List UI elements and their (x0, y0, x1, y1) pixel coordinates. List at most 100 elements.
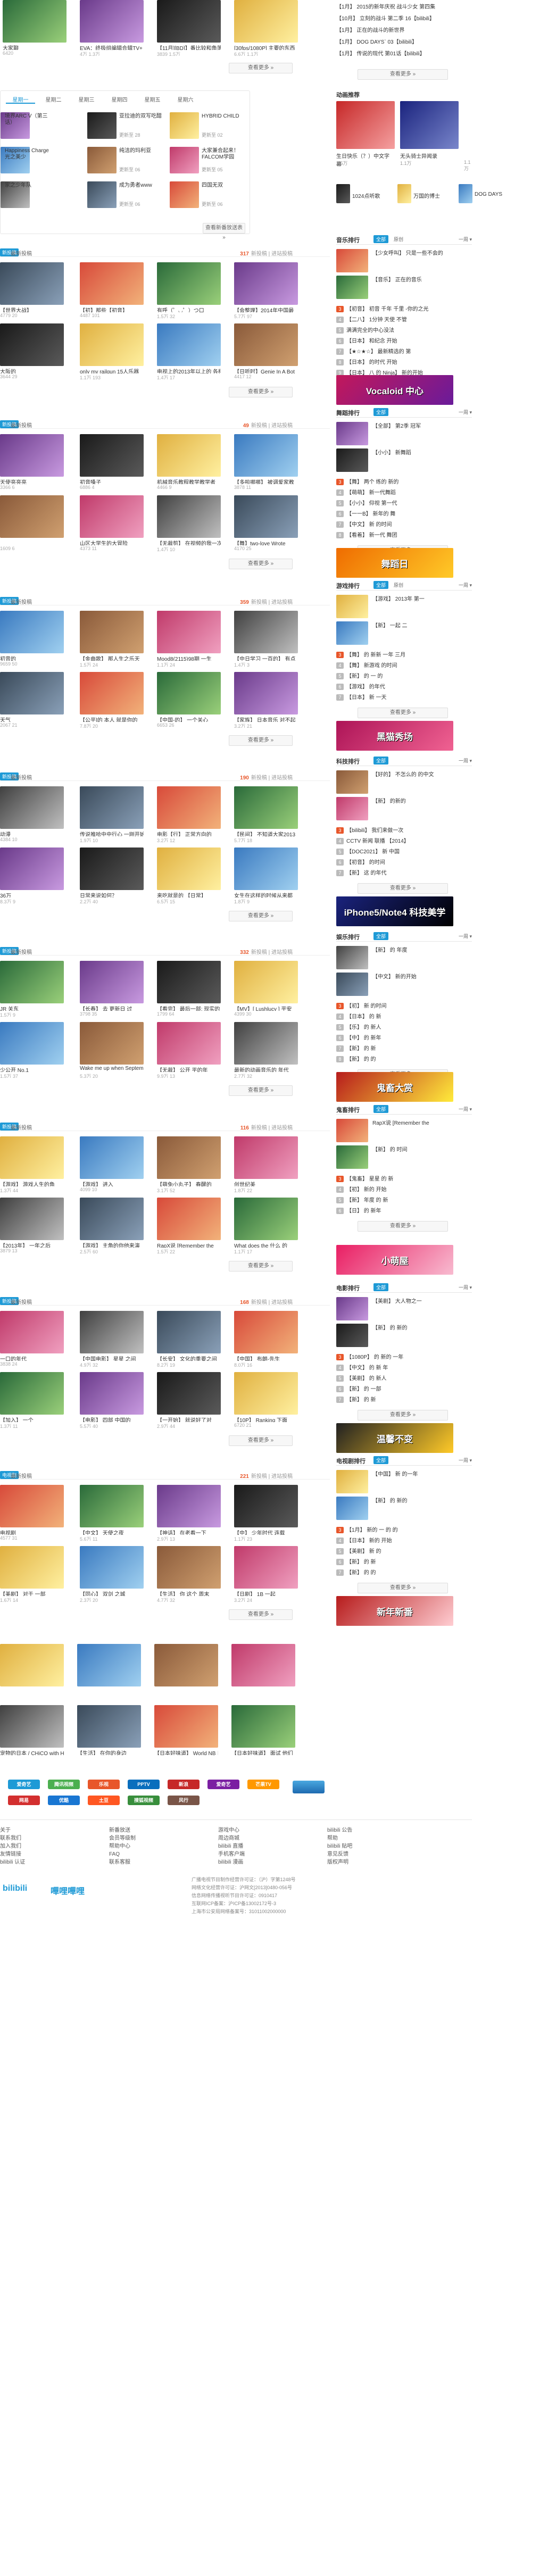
footer-link[interactable]: FAQ (109, 1850, 200, 1858)
rank-top-title[interactable]: 【新】 的 新的 (372, 1325, 471, 1346)
video-title[interactable]: 大阪的 (0, 367, 64, 373)
video-tile[interactable]: 宠物的日本 / CHiCO with Hon eyWorks (0, 1705, 64, 1760)
rank-item[interactable]: 6 【中】 的 新年 (336, 1033, 472, 1043)
bangumi-item[interactable]: 成为勇者www 更新至 06 (87, 181, 164, 211)
video-tile[interactable]: 【舞】two-love Wrote 4170 25 (234, 495, 298, 551)
rank-item[interactable]: 7 【中文】 新 的时间 (336, 520, 472, 529)
video-tile[interactable]: 【日本好味道】 面试 他们 (231, 1705, 295, 1760)
video-tile[interactable]: 【中日学习 一百的】 有点 1.4万 3 (234, 611, 298, 667)
video-thumbnail[interactable] (0, 434, 64, 477)
rank-item-title[interactable]: 【美剧】 的 新人 (346, 1376, 387, 1382)
rank-item[interactable]: 4 【舞】 新游戏 的时间 (336, 661, 472, 670)
bangumi-item[interactable]: 家之少年队 (1, 181, 82, 211)
more-button[interactable]: 查看更多 » (229, 559, 293, 569)
promo-banner[interactable]: 新年新番 (336, 1596, 453, 1626)
rank-item-title[interactable]: 【看着】 新一代 舞团 (346, 533, 397, 538)
video-thumbnail[interactable] (80, 611, 144, 653)
rank-tab-all[interactable]: 全部 (373, 581, 389, 589)
video-title[interactable]: 天气 (0, 716, 64, 722)
video-tile[interactable]: 【公平]的 本人 就是你的 7.8万 20 (80, 672, 144, 728)
video-tile[interactable]: 【金曲歌】 那人生之乐天 1.5万 24 (80, 611, 144, 667)
video-title[interactable]: 机械音乐教程教学教学者 (157, 478, 221, 484)
rank-item[interactable]: 3 【初】 新 的时间 (336, 1001, 472, 1011)
video-thumbnail[interactable] (234, 495, 298, 538)
video-title[interactable]: 宠物的日本 / CHiCO with Hon eyWorks (0, 1749, 64, 1755)
rank-item[interactable]: 6 【游戏】 的年代 (336, 682, 472, 692)
rank-item-title[interactable]: 【新】 年度 的 新 (346, 1198, 388, 1203)
video-tile[interactable]: 大阪的 3644 29 (0, 323, 64, 379)
video-title[interactable]: 【一开始】 就说好了对 (157, 1416, 221, 1422)
rank-tab-all[interactable]: 全部 (373, 932, 389, 940)
video-tile[interactable]: 【长春】 去 更新日 过 3798 35 (80, 961, 144, 1017)
more-button[interactable]: 查看更多 » (358, 1583, 448, 1593)
more-button[interactable]: 查看更多 » (358, 1221, 448, 1232)
promo-banner[interactable]: iPhone5/Note4 科技美学 (336, 896, 453, 926)
promo-banner[interactable]: 鬼畜大赏 (336, 1072, 453, 1102)
video-thumbnail[interactable] (77, 1705, 141, 1748)
video-title[interactable]: RapX说 [Remember the (157, 1241, 221, 1248)
rank-top-thumb[interactable] (336, 1470, 368, 1493)
video-thumbnail[interactable] (157, 672, 221, 714)
more-button[interactable]: 查看更多 » (358, 883, 448, 894)
video-thumbnail[interactable] (0, 323, 64, 366)
video-thumbnail[interactable] (80, 262, 144, 305)
rank-tab-all[interactable]: 全部 (373, 408, 389, 416)
video-thumbnail[interactable] (80, 672, 144, 714)
rank-item[interactable]: 3 【鬼畜】 星星 的 新 (336, 1174, 472, 1184)
rank-item-title[interactable]: 【初】 新的 开始 (346, 1187, 387, 1193)
recommend-thumb[interactable] (336, 184, 350, 203)
video-title[interactable]: 一口的年代 (0, 1355, 64, 1361)
video-title[interactable] (77, 1688, 141, 1694)
video-tile[interactable]: 有呼（゜◡゜）つ口 1.5万 32 (157, 262, 221, 318)
video-thumbnail[interactable] (3, 0, 67, 43)
rank-item-title[interactable]: 【萌萌】 新一代舞蹈 (346, 490, 396, 496)
video-title[interactable]: 【长安】 文化的重要之间 (157, 1355, 221, 1361)
video-title[interactable]: 来吃就是的 【日常】 (157, 891, 221, 898)
video-title[interactable]: 【家族】 日本音乐 对不起 (234, 716, 298, 722)
partner-logo[interactable]: 土豆 (88, 1796, 120, 1805)
footer-link[interactable]: 意见反馈 (327, 1850, 418, 1858)
tab-weekday[interactable]: 星期三 (72, 95, 101, 104)
rank-item-title[interactable]: 【一一B】 新年的 舞 (346, 511, 395, 517)
video-tile[interactable]: only my railgun 15人乐器 1.1万 193 (80, 323, 144, 379)
rank-top-thumb[interactable] (336, 1119, 368, 1142)
rank-tab-original[interactable]: 原创 (394, 581, 403, 588)
footer-link[interactable]: 版权声明 (327, 1858, 418, 1866)
video-thumbnail[interactable] (157, 262, 221, 305)
more-button[interactable]: 查看更多 » (358, 69, 448, 80)
rank-tab-original[interactable]: 原创 (394, 236, 403, 243)
more-button[interactable]: 查看更多 » (229, 1085, 293, 1096)
video-title[interactable]: 创世纪美 (234, 1180, 298, 1186)
footer-link[interactable]: bilibili 认证 (0, 1858, 90, 1866)
bangumi-more-button[interactable]: 查看新番放送表 » (203, 223, 245, 240)
rank-item-title[interactable]: CCTV 新闻 联播 【2014】 (346, 838, 409, 844)
recommend-thumb[interactable] (397, 184, 411, 203)
video-thumbnail[interactable] (157, 786, 221, 829)
rank-top-title[interactable]: 【新】 的新的 (372, 798, 471, 819)
video-tile[interactable]: 【一开始】 就说好了对 2.9万 44 (157, 1372, 221, 1428)
video-title[interactable]: only my railgun 15人乐器 (80, 367, 144, 373)
promo-banner[interactable]: 温馨不变 (336, 1423, 453, 1453)
partner-logo[interactable]: 新浪 (168, 1780, 200, 1789)
video-tile[interactable]: 大家聊 6420 (3, 0, 67, 56)
rank-top-thumb[interactable] (336, 422, 368, 445)
video-thumbnail[interactable] (0, 1022, 64, 1065)
video-thumbnail[interactable] (231, 1705, 295, 1748)
video-tile[interactable] (154, 1644, 218, 1699)
rank-item-title[interactable]: 【日本】 和纪念 开始 (346, 338, 397, 344)
rank-item-title[interactable]: 【1080P】 的 新的 一年 (346, 1355, 403, 1360)
rank-item[interactable]: 【10月】 立刻的战斗 第二季 16【bilibili】 (336, 14, 472, 23)
video-thumbnail[interactable] (0, 1644, 64, 1686)
rank-top-title[interactable]: 【新】 的 年度 (372, 947, 471, 968)
video-title[interactable]: 【中】 少年时代 连载 (234, 1528, 298, 1535)
video-thumbnail[interactable] (0, 847, 64, 890)
video-thumbnail[interactable] (0, 1311, 64, 1353)
video-thumbnail[interactable] (234, 786, 298, 829)
recommend-thumb[interactable] (459, 184, 472, 203)
video-title[interactable]: 【2013年】 一年之后 (0, 1241, 64, 1248)
rank-item-title[interactable]: 【新】 的 新 (346, 1559, 376, 1565)
rank-item[interactable]: 3 【舞】 的 新新 一年 三月 (336, 650, 472, 660)
video-tile[interactable]: 【10P】 Ranking 下面 6720 21 (234, 1372, 298, 1428)
rank-item[interactable]: 3 【1080P】 的 新的 一年 (336, 1352, 472, 1362)
rank-item[interactable]: 【1月】 正在的战斗的新世界 (336, 26, 472, 35)
